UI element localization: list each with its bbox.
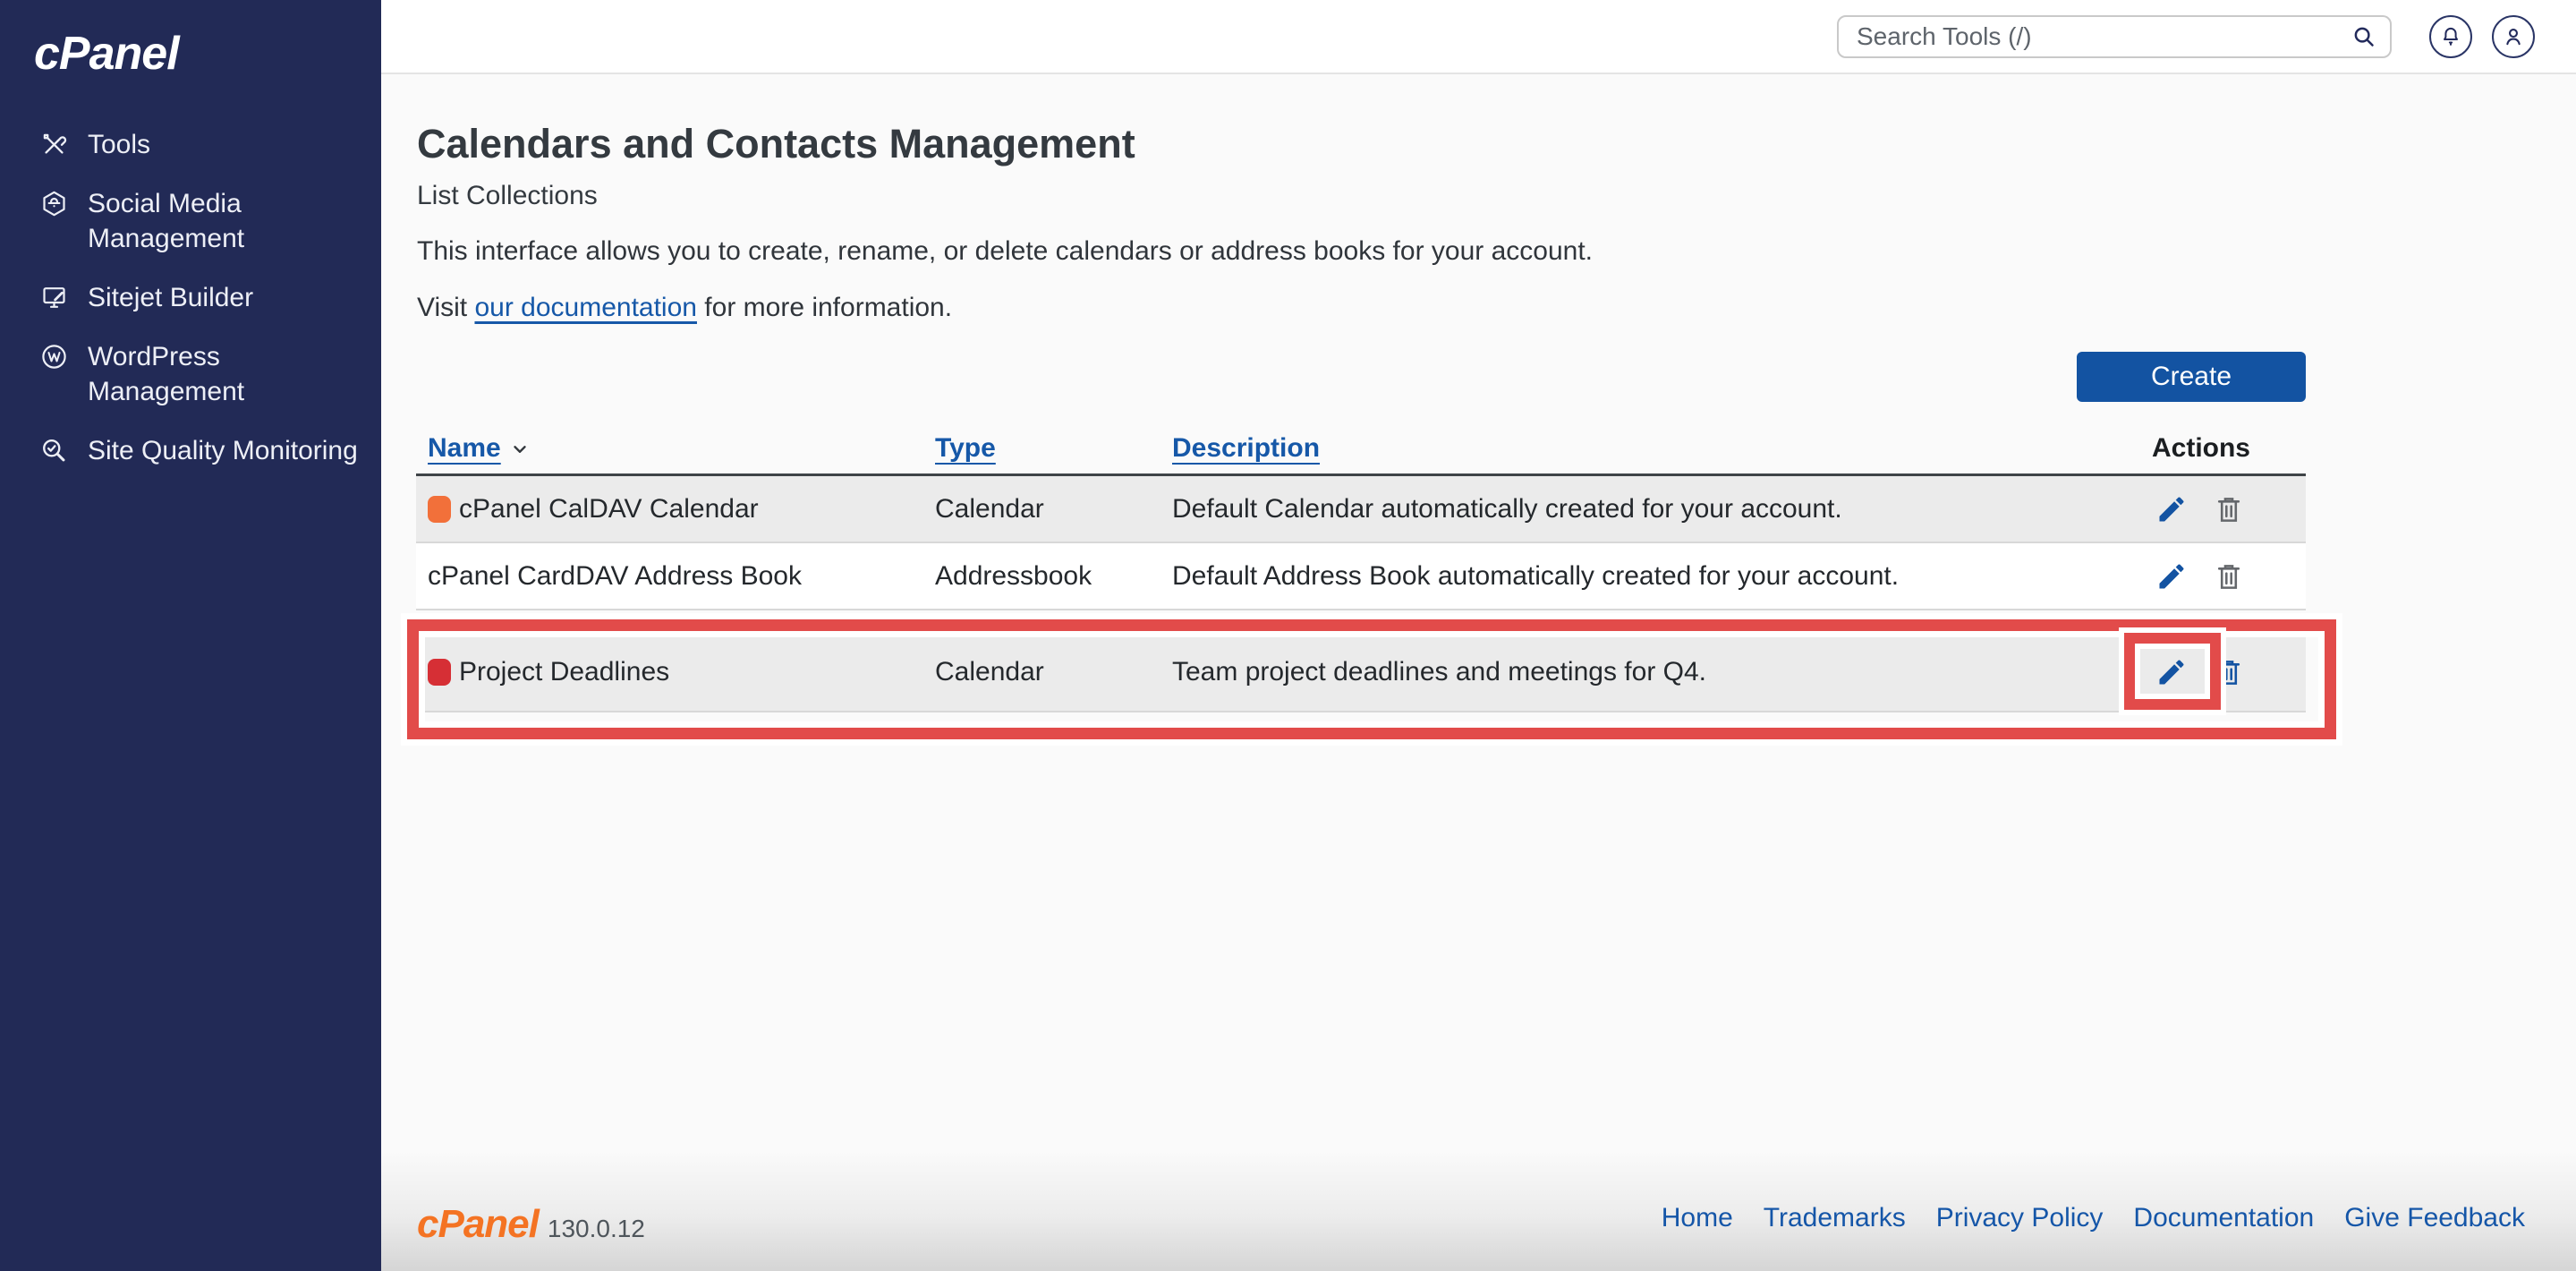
user-icon bbox=[2501, 24, 2526, 49]
tools-icon bbox=[39, 130, 69, 159]
social-media-icon bbox=[39, 189, 69, 218]
edit-button[interactable] bbox=[2155, 560, 2188, 593]
sidebar-item-label: Social Media Management bbox=[88, 186, 244, 256]
footer: cPanel 130.0.12 Home Trademarks Privacy … bbox=[381, 1150, 2576, 1271]
page-intro: This interface allows you to create, ren… bbox=[417, 236, 1593, 267]
bell-icon bbox=[2438, 24, 2463, 49]
sidebar-item-label: Site Quality Monitoring bbox=[88, 433, 358, 468]
version-label: 130.0.12 bbox=[548, 1215, 645, 1243]
cpanel-app: cPanel Tools Social Media Management bbox=[0, 0, 2576, 1271]
sidebar-nav: Tools Social Media Management Sitejet Bu… bbox=[0, 127, 381, 468]
sidebar-item-social-media-management[interactable]: Social Media Management bbox=[0, 186, 381, 256]
collection-description: Default Calendar automatically created f… bbox=[1172, 494, 1842, 525]
edit-button[interactable] bbox=[2155, 493, 2188, 525]
cpanel-sidebar-logo[interactable]: cPanel bbox=[0, 0, 381, 81]
collection-type: Calendar bbox=[935, 494, 1044, 525]
footer-link-home[interactable]: Home bbox=[1662, 1203, 1733, 1233]
chevron-down-icon bbox=[510, 439, 530, 459]
search-box bbox=[1837, 15, 2392, 58]
footer-links: Home Trademarks Privacy Policy Documenta… bbox=[1662, 1203, 2525, 1233]
footer-link-trademarks[interactable]: Trademarks bbox=[1764, 1203, 1906, 1233]
trash-icon bbox=[2213, 560, 2245, 593]
pencil-icon bbox=[2155, 493, 2188, 525]
pencil-icon bbox=[2155, 560, 2188, 593]
sidebar: cPanel Tools Social Media Management bbox=[0, 0, 381, 1271]
topbar bbox=[381, 0, 2576, 74]
sidebar-item-site-quality-monitoring[interactable]: Site Quality Monitoring bbox=[0, 433, 381, 468]
sort-header-name[interactable]: Name bbox=[428, 433, 530, 464]
footer-brand: cPanel 130.0.12 bbox=[417, 1202, 645, 1247]
account-button[interactable] bbox=[2492, 15, 2535, 58]
sidebar-item-label: WordPress Management bbox=[88, 339, 244, 409]
sidebar-item-wordpress-management[interactable]: WordPress Management bbox=[0, 339, 381, 409]
pencil-icon bbox=[2155, 656, 2188, 688]
collection-name: Project Deadlines bbox=[459, 657, 669, 687]
collection-description: Default Address Book automatically creat… bbox=[1172, 561, 1899, 592]
docs-prefix: Visit bbox=[417, 293, 474, 322]
page-subtitle: List Collections bbox=[417, 181, 598, 211]
sidebar-item-label: Tools bbox=[88, 127, 150, 162]
collection-type: Addressbook bbox=[935, 561, 1092, 592]
sitejet-builder-icon bbox=[39, 283, 69, 312]
collection-name-cell: cPanel CalDAV Calendar bbox=[428, 494, 759, 525]
main-content: Calendars and Contacts Management List C… bbox=[381, 76, 2576, 1150]
sidebar-item-tools[interactable]: Tools bbox=[0, 127, 381, 162]
collection-name-cell: cPanel CardDAV Address Book bbox=[428, 561, 802, 592]
footer-link-privacy-policy[interactable]: Privacy Policy bbox=[1936, 1203, 2104, 1233]
footer-link-documentation[interactable]: Documentation bbox=[2133, 1203, 2314, 1233]
site-quality-icon bbox=[39, 436, 69, 465]
docs-line: Visit our documentation for more informa… bbox=[417, 293, 952, 323]
calendar-color-swatch bbox=[428, 659, 451, 686]
search-icon bbox=[2351, 23, 2377, 50]
collection-description: Team project deadlines and meetings for … bbox=[1172, 657, 1706, 687]
cpanel-footer-logo: cPanel bbox=[417, 1202, 539, 1247]
wordpress-icon bbox=[39, 342, 69, 371]
collection-name-cell: Project Deadlines bbox=[428, 657, 669, 687]
collection-type: Calendar bbox=[935, 657, 1044, 687]
table-row-project-deadlines: Project Deadlines Calendar Team project … bbox=[416, 634, 2306, 712]
table-row-carddav-address-book: cPanel CardDAV Address Book Addressbook … bbox=[416, 543, 2306, 610]
delete-button[interactable] bbox=[2213, 656, 2245, 688]
edit-button[interactable] bbox=[2155, 656, 2188, 688]
trash-icon bbox=[2213, 493, 2245, 525]
collection-name: cPanel CalDAV Calendar bbox=[459, 494, 759, 525]
delete-button[interactable] bbox=[2213, 560, 2245, 593]
sort-header-description[interactable]: Description bbox=[1172, 433, 1320, 464]
collections-table: Name Type Description Actions cPanel Cal… bbox=[416, 421, 2306, 712]
create-button[interactable]: Create bbox=[2077, 352, 2306, 402]
documentation-link[interactable]: our documentation bbox=[474, 293, 697, 322]
sort-header-type[interactable]: Type bbox=[935, 433, 996, 464]
docs-suffix: for more information. bbox=[697, 293, 952, 322]
collection-name: cPanel CardDAV Address Book bbox=[428, 561, 802, 592]
sidebar-item-label: Sitejet Builder bbox=[88, 280, 253, 315]
trash-icon bbox=[2213, 656, 2245, 688]
table-row-caldav-calendar: cPanel CalDAV Calendar Calendar Default … bbox=[416, 476, 2306, 543]
calendar-color-swatch bbox=[428, 496, 451, 523]
notifications-button[interactable] bbox=[2429, 15, 2472, 58]
header-actions: Actions bbox=[2138, 433, 2264, 464]
search-input[interactable] bbox=[1837, 15, 2392, 58]
page-title: Calendars and Contacts Management bbox=[417, 121, 1135, 167]
table-header-row: Name Type Description Actions bbox=[416, 421, 2306, 476]
sidebar-item-sitejet-builder[interactable]: Sitejet Builder bbox=[0, 280, 381, 315]
footer-link-give-feedback[interactable]: Give Feedback bbox=[2344, 1203, 2525, 1233]
delete-button[interactable] bbox=[2213, 493, 2245, 525]
